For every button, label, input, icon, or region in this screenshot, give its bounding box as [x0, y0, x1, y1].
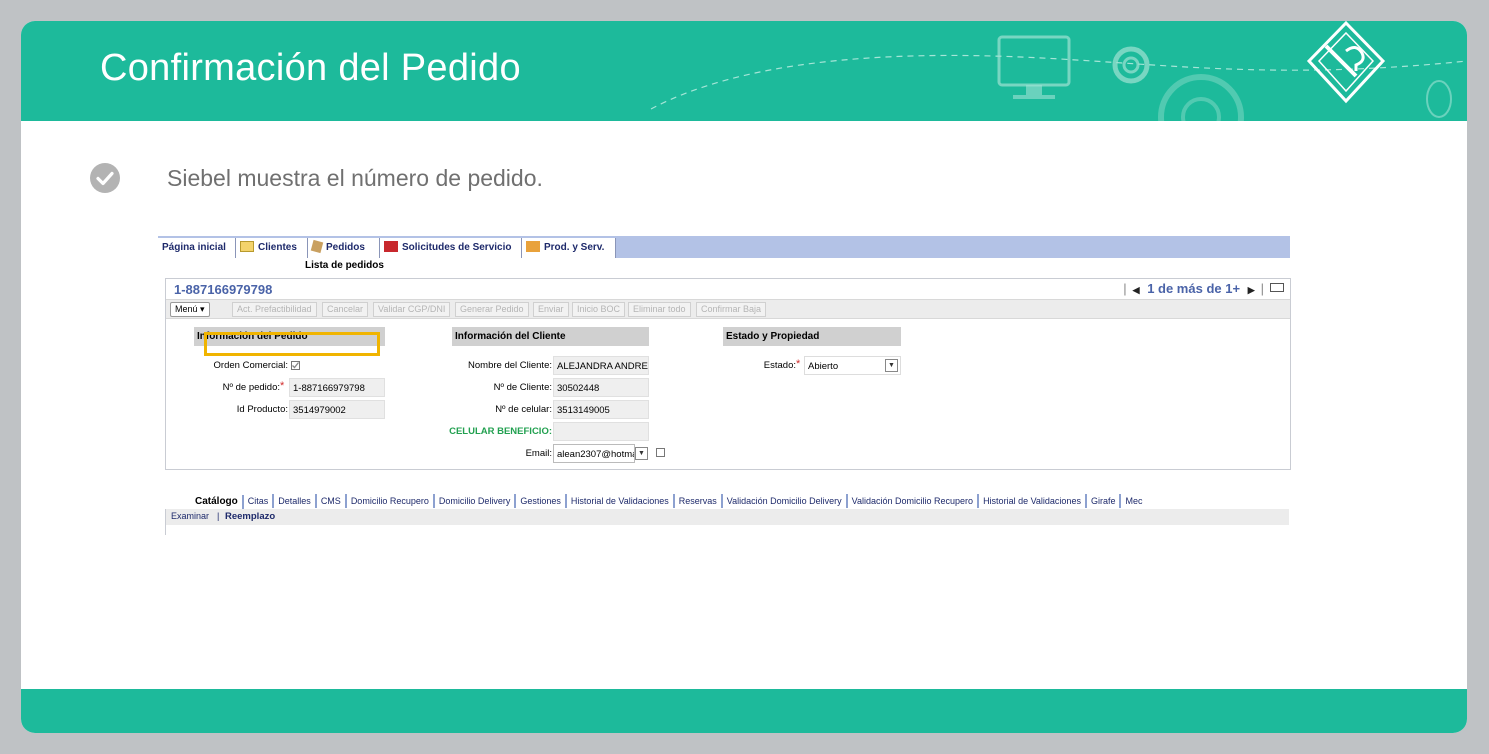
tab-pedidos[interactable]: Pedidos	[308, 238, 380, 258]
tab-label: Pedidos	[326, 242, 365, 253]
nro-pedido-label: Nº de pedido:	[222, 382, 280, 393]
view-tab-citas[interactable]: Citas	[244, 494, 275, 508]
tab-label: Clientes	[258, 242, 297, 253]
bottom-link-bar: Examinar | Reemplazo	[165, 509, 1289, 525]
id-producto-label: Id Producto:	[236, 404, 288, 415]
layout-icon[interactable]	[1270, 283, 1284, 292]
confirmar-baja-button[interactable]: Confirmar Baja	[696, 302, 767, 317]
examinar-link[interactable]: Examinar	[171, 511, 209, 521]
inicio-boc-button[interactable]: Inicio BOC	[572, 302, 626, 317]
orden-comercial-label: Orden Comercial:	[213, 360, 288, 371]
subnav-lista-pedidos[interactable]: Lista de pedidos	[305, 260, 384, 271]
tab-label: Solicitudes de Servicio	[402, 242, 512, 253]
required-star-icon: *	[796, 358, 801, 370]
bullet-text: Siebel muestra el número de pedido.	[167, 165, 543, 191]
menu-button[interactable]: Menú ▾	[170, 302, 210, 317]
view-tab-validacion-domicilio-delivery[interactable]: Validación Domicilio Delivery	[723, 494, 848, 508]
email-label: Email:	[525, 448, 552, 459]
tab-clientes[interactable]: Clientes	[236, 238, 308, 258]
applet-border-line	[165, 509, 166, 535]
footer-banner	[21, 689, 1467, 733]
celular-beneficio-label: CELULAR BENEFICIO:	[449, 426, 552, 437]
view-tab-historial-validaciones[interactable]: Historial de Validaciones	[567, 494, 675, 508]
package-icon	[526, 241, 540, 252]
view-tab-mec[interactable]: Mec	[1121, 494, 1146, 508]
nro-pedido-field[interactable]: 1-887166979798	[289, 378, 385, 397]
nro-celular-field[interactable]: 3513149005	[553, 400, 649, 419]
generar-pedido-button[interactable]: Generar Pedido	[455, 302, 529, 317]
record-id-title: 1-887166979798	[174, 282, 273, 297]
eliminar-todo-button[interactable]: Eliminar todo	[628, 302, 691, 317]
view-tab-historial-validaciones-2[interactable]: Historial de Validaciones	[979, 494, 1087, 508]
pager-text: 1 de más de 1+	[1147, 281, 1241, 296]
applet-toolbar: Menú ▾ Act. Prefactibilidad Cancelar Val…	[166, 299, 1290, 319]
estado-label: Estado:	[763, 360, 796, 371]
validar-cgp-dni-button[interactable]: Validar CGP/DNI	[373, 302, 451, 317]
header-banner: Confirmación del Pedido	[21, 21, 1467, 121]
check-circle-icon	[90, 163, 120, 193]
nro-celular-label: Nº de celular:	[495, 404, 552, 415]
toolbox-icon	[384, 241, 398, 252]
view-tab-catalogo[interactable]: Catálogo	[191, 495, 244, 509]
chevron-down-icon[interactable]: ▼	[635, 447, 648, 460]
section-info-cliente: Información del Cliente	[452, 327, 649, 346]
box-icon	[310, 239, 324, 254]
nombre-cliente-label: Nombre del Cliente:	[468, 360, 552, 371]
page-title: Confirmación del Pedido	[100, 47, 521, 89]
required-star-icon: *	[280, 380, 285, 392]
view-tab-domicilio-delivery[interactable]: Domicilio Delivery	[435, 494, 517, 508]
siebel-screenshot: Página inicial Clientes Pedidos Solicitu…	[158, 236, 1291, 535]
tab-prod-serv[interactable]: Prod. y Serv.	[522, 238, 616, 258]
reemplazo-link[interactable]: Reemplazo	[225, 511, 275, 522]
form-applet: 1-887166979798 | ◀ 1 de más de 1+ ▶ | Menú…	[165, 278, 1291, 470]
view-tab-detalles[interactable]: Detalles	[274, 494, 317, 508]
section-estado-propiedad: Estado y Propiedad	[723, 327, 901, 346]
tab-pagina-inicial[interactable]: Página inicial	[158, 238, 236, 258]
tab-solicitudes-servicio[interactable]: Solicitudes de Servicio	[380, 238, 522, 258]
tab-label: Página inicial	[162, 242, 226, 253]
view-tab-reservas[interactable]: Reservas	[675, 494, 723, 508]
record-pager: | ◀ 1 de más de 1+ ▶ |	[1117, 281, 1284, 296]
email-checkbox[interactable]	[656, 448, 665, 457]
nombre-cliente-field[interactable]: ALEJANDRA ANDREA I	[553, 356, 649, 375]
nro-cliente-field[interactable]: 30502448	[553, 378, 649, 397]
prev-arrow-icon[interactable]: ◀	[1133, 285, 1140, 295]
view-tab-domicilio-recupero[interactable]: Domicilio Recupero	[347, 494, 435, 508]
orden-comercial-checkbox[interactable]	[291, 361, 300, 370]
cancelar-button[interactable]: Cancelar	[322, 302, 369, 317]
nro-cliente-label: Nº de Cliente:	[493, 382, 552, 393]
view-tab-bar: Catálogo Citas Detalles CMS Domicilio Recupe…	[191, 494, 1146, 509]
view-tab-validacion-domicilio-recupero[interactable]: Validación Domicilio Recupero	[848, 494, 980, 508]
folder-icon	[240, 241, 254, 252]
act-prefactibilidad-button[interactable]: Act. Prefactibilidad	[232, 302, 317, 317]
decorative-illustration-icon	[650, 21, 1467, 121]
screen-tab-bar: Página inicial Clientes Pedidos Solicitu…	[158, 236, 1290, 258]
highlight-box	[204, 332, 380, 356]
tab-label: Prod. y Serv.	[544, 242, 605, 253]
view-tab-gestiones[interactable]: Gestiones	[516, 494, 567, 508]
view-tab-cms[interactable]: CMS	[317, 494, 347, 508]
email-field[interactable]: alean2307@hotma	[553, 444, 635, 463]
chevron-down-icon[interactable]: ▼	[885, 359, 898, 372]
id-producto-field[interactable]: 3514979002	[289, 400, 385, 419]
enviar-button[interactable]: Enviar	[533, 302, 569, 317]
next-arrow-icon[interactable]: ▶	[1248, 285, 1255, 295]
celular-beneficio-field[interactable]	[553, 422, 649, 441]
view-tab-girafe[interactable]: Girafe	[1087, 494, 1122, 508]
link-divider: |	[217, 511, 220, 521]
